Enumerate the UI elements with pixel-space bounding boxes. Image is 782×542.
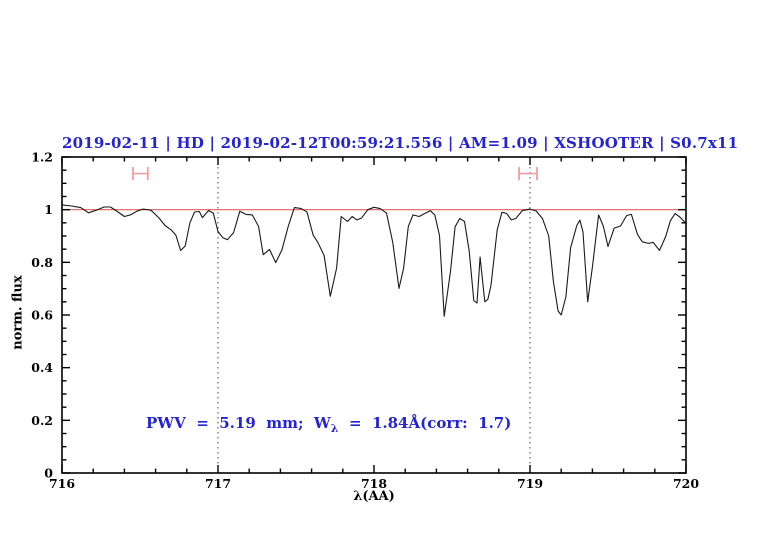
spectrum-plot: 71671771871972000.20.40.60.811.2: [0, 0, 782, 542]
svg-text:1: 1: [44, 202, 53, 217]
svg-text:0: 0: [44, 466, 53, 481]
svg-text:1.2: 1.2: [31, 150, 53, 165]
annotation-prefix: PWV = 5.19 mm; W: [146, 414, 331, 432]
annotation-lambda-subscript: λ: [331, 422, 339, 435]
svg-text:0.6: 0.6: [31, 308, 53, 323]
y-axis-label: norm. flux: [11, 268, 26, 358]
svg-text:0.2: 0.2: [31, 413, 53, 428]
svg-text:0.8: 0.8: [31, 255, 53, 270]
plot-title: 2019-02-11 | HD | 2019-02-12T00:59:21.55…: [62, 134, 686, 152]
plot-canvas: 71671771871972000.20.40.60.811.2 2019-02…: [0, 0, 782, 542]
annotation-suffix: = 1.84Å(corr: 1.7): [339, 414, 512, 432]
svg-text:0.4: 0.4: [31, 360, 53, 375]
pwv-annotation: PWV = 5.19 mm; Wλ = 1.84Å(corr: 1.7): [146, 414, 511, 435]
x-axis-label: λ(AA): [62, 489, 686, 504]
